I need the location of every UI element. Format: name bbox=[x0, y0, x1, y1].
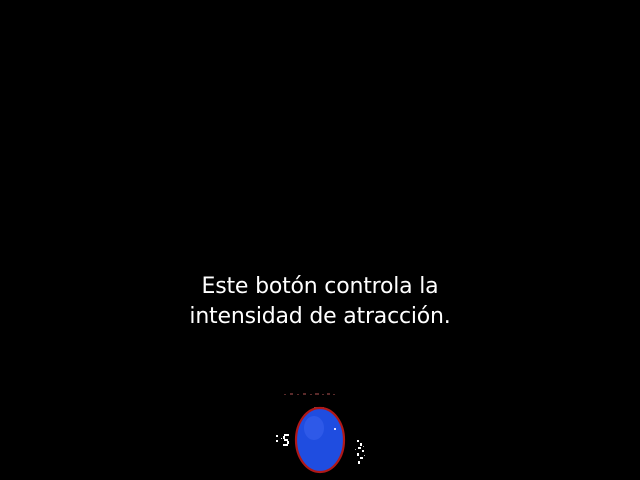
top-label-speckles-icon bbox=[284, 393, 335, 395]
game-screen: Este botón controla la intensidad de atr… bbox=[0, 0, 640, 480]
attraction-control-graphic bbox=[276, 393, 365, 474]
attraction-button-shine bbox=[304, 416, 324, 440]
tutorial-line-2: intensidad de atracción. bbox=[189, 304, 451, 329]
tutorial-line-1: Este botón controla la bbox=[201, 274, 439, 299]
tutorial-message: Este botón controla la intensidad de atr… bbox=[0, 272, 640, 332]
attraction-button[interactable] bbox=[294, 406, 346, 474]
left-side-glyph-icon bbox=[276, 434, 289, 446]
attraction-control bbox=[270, 388, 380, 480]
right-side-glyph-icon bbox=[355, 440, 365, 464]
button-spark-icon bbox=[334, 428, 336, 430]
